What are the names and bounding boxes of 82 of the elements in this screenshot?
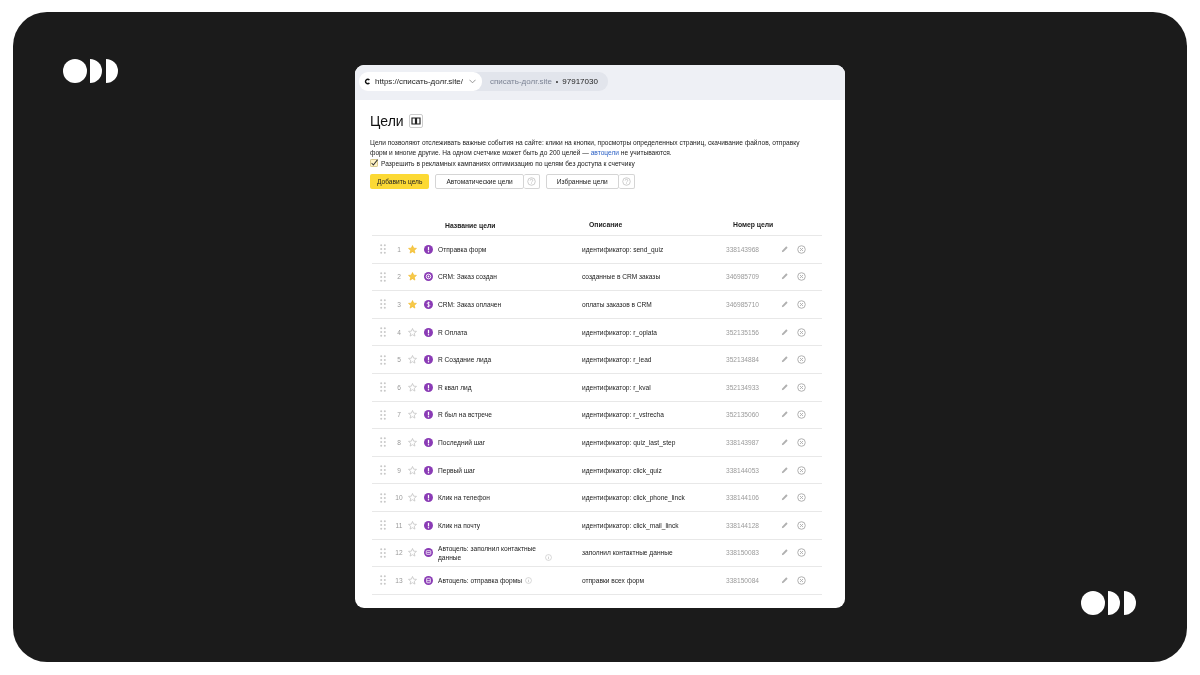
logo-icon [1081,591,1137,615]
drag-handle-icon[interactable] [380,244,386,255]
delete-icon[interactable] [797,382,806,392]
checkbox[interactable] [370,159,378,167]
edit-icon[interactable] [780,300,789,309]
edit-icon[interactable] [780,244,789,254]
edit-icon[interactable] [780,465,789,475]
star-icon[interactable] [408,493,417,503]
url-text: https://списать-долг.site/ [375,77,464,86]
delete-icon[interactable] [797,520,806,530]
drag-handle-icon[interactable] [380,354,386,365]
site-name: списать-долг.site [490,77,552,86]
goal-type-icon [424,548,433,558]
delete-icon[interactable] [797,272,806,282]
star-icon[interactable] [408,437,417,447]
url-selector[interactable]: https://списать-долг.site/ [359,72,483,91]
chevron-down-icon [469,79,477,84]
drag-handle-icon[interactable] [380,465,386,476]
delete-icon[interactable] [797,327,806,337]
star-icon[interactable] [408,327,417,337]
info-icon[interactable] [525,576,532,584]
star-icon[interactable] [408,300,417,309]
goal-type-icon [424,493,433,503]
goal-type-icon [424,520,433,530]
delete-icon[interactable] [797,465,806,475]
goal-type-icon [424,244,433,254]
drag-handle-icon[interactable] [380,547,386,558]
drag-handle-icon[interactable] [380,327,386,338]
delete-icon[interactable] [797,437,806,447]
help-button[interactable] [523,174,540,189]
drag-handle-icon[interactable] [380,437,386,448]
delete-icon[interactable] [797,493,806,503]
goal-type-icon [424,437,433,447]
drag-handle-icon[interactable] [380,492,386,503]
goal-type-icon [424,465,433,475]
star-icon[interactable] [408,465,417,475]
drag-handle-icon[interactable] [380,299,386,310]
goal-type-icon [424,382,433,392]
edit-icon[interactable] [780,355,789,365]
help-button[interactable] [618,174,635,189]
drag-handle-icon[interactable] [380,382,386,393]
edit-icon[interactable] [780,493,789,503]
delete-icon[interactable] [797,244,806,254]
drag-handle-icon[interactable] [380,409,386,420]
goal-type-icon [424,272,433,282]
counter-id: 97917030 [562,77,598,86]
edit-icon[interactable] [780,327,789,337]
star-icon[interactable] [408,272,417,282]
info-icon[interactable] [545,553,552,561]
edit-icon[interactable] [780,272,789,282]
edit-icon[interactable] [780,410,789,420]
delete-icon[interactable] [797,410,806,420]
goal-type-icon [424,327,433,337]
edit-icon[interactable] [780,437,789,447]
logo-icon [63,59,119,83]
drag-handle-icon[interactable] [380,271,386,282]
goal-type-icon [424,300,433,309]
help-icon [621,177,631,186]
page-title: Цели [370,113,404,129]
goal-type-icon [424,410,433,420]
star-icon[interactable] [408,382,417,392]
star-icon[interactable] [408,410,417,420]
help-icon [526,177,536,186]
edit-icon[interactable] [780,575,789,585]
book-icon[interactable] [408,114,423,128]
star-icon[interactable] [408,575,417,585]
delete-icon[interactable] [797,548,806,558]
edit-icon[interactable] [780,382,789,392]
star-icon[interactable] [408,520,417,530]
delete-icon[interactable] [797,300,806,309]
star-icon[interactable] [408,355,417,365]
edit-icon[interactable] [780,548,789,558]
goal-type-icon [424,355,433,365]
star-icon[interactable] [408,548,417,558]
delete-icon[interactable] [797,575,806,585]
goal-type-icon [424,575,433,585]
edit-icon[interactable] [780,520,789,530]
drag-handle-icon[interactable] [380,575,386,586]
drag-handle-icon[interactable] [380,520,386,531]
star-icon[interactable] [408,244,417,254]
delete-icon[interactable] [797,355,806,365]
counter-logo-icon [364,78,371,85]
